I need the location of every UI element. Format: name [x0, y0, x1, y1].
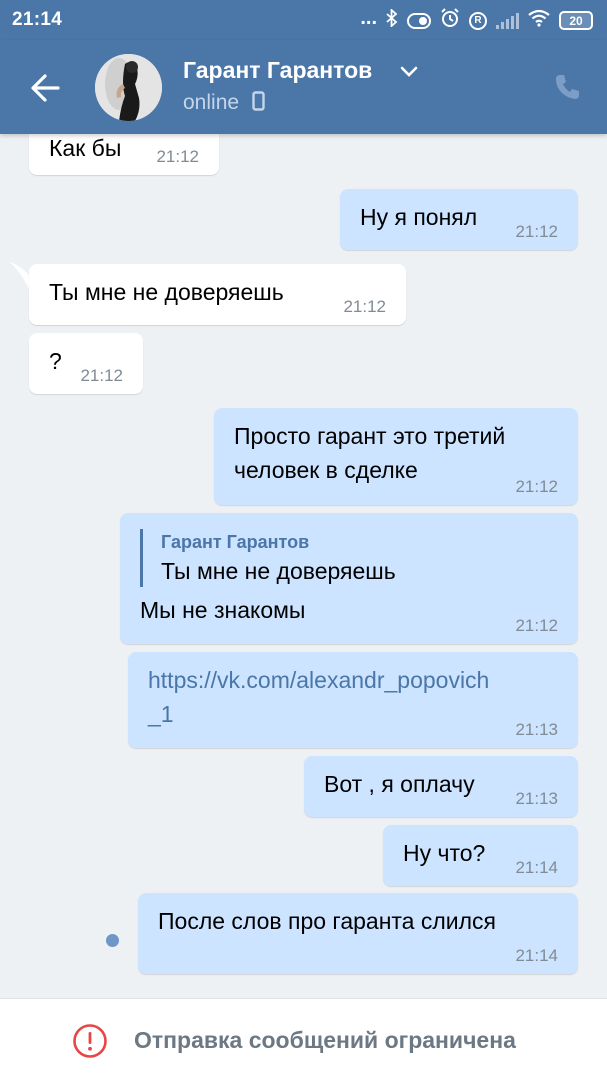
- chevron-down-icon[interactable]: [400, 65, 418, 83]
- message-time: 21:13: [515, 789, 558, 808]
- message-outgoing[interactable]: Ну что? 21:14: [383, 825, 578, 886]
- bluetooth-icon: [386, 7, 398, 32]
- message-text: Ну я понял: [360, 204, 478, 230]
- message-outgoing-reply[interactable]: Гарант Гарантов Ты мне не доверяешь Мы н…: [120, 513, 578, 644]
- message-outgoing[interactable]: Просто гарант это третий человек в сделк…: [214, 408, 578, 505]
- message-outgoing-link[interactable]: https://vk.com/alexandr_popovich _1 21:1…: [128, 652, 578, 748]
- message-time: 21:12: [80, 366, 123, 385]
- signal-icon: [496, 12, 519, 29]
- exclamation-circle-icon: [72, 1023, 108, 1064]
- restriction-message: Отправка сообщений ограничена: [134, 1027, 516, 1053]
- message-outgoing[interactable]: Вот , я оплачу 21:13: [304, 756, 578, 817]
- wifi-icon: [528, 9, 550, 32]
- status-bar: 21:14 ... R 20: [0, 0, 607, 40]
- contact-name[interactable]: Гарант Гарантов: [183, 57, 372, 84]
- message-time: 21:12: [515, 616, 558, 635]
- message-link-continued[interactable]: _1: [148, 697, 558, 731]
- message-time: 21:14: [515, 858, 558, 877]
- battery-icon: 20: [559, 11, 593, 30]
- message-text: Как бы: [49, 135, 122, 161]
- message-text: ?: [49, 348, 62, 374]
- message-text: После слов про гаранта слился: [158, 908, 496, 934]
- message-outgoing[interactable]: Ну я понял 21:12: [340, 189, 578, 250]
- unread-indicator: [106, 934, 119, 947]
- alarm-icon: [440, 8, 460, 33]
- message-time: 21:12: [515, 477, 558, 496]
- quoted-text: Ты мне не доверяешь: [161, 558, 396, 584]
- avatar[interactable]: [95, 54, 162, 121]
- message-time: 21:12: [515, 222, 558, 241]
- message-time: 21:12: [156, 147, 199, 166]
- message-text: Мы не знакомы: [140, 597, 306, 623]
- back-button[interactable]: [22, 67, 72, 109]
- registered-icon: R: [469, 11, 487, 30]
- status-time: 21:14: [12, 9, 63, 30]
- message-time: 21:14: [515, 946, 558, 965]
- restriction-bar: Отправка сообщений ограничена: [0, 998, 607, 1080]
- message-text: Ты мне не доверяешь: [49, 279, 284, 305]
- message-outgoing[interactable]: После слов про гаранта слился 21:14: [138, 893, 578, 974]
- mobile-device-icon: [252, 91, 265, 111]
- status-icons: ... R 20: [360, 8, 593, 33]
- message-incoming[interactable]: Ты мне не доверяешь 21:12: [29, 264, 406, 325]
- chat-header: Гарант Гарантов online: [0, 40, 607, 134]
- toggle-icon: [407, 12, 431, 29]
- message-time: 21:13: [515, 720, 558, 739]
- message-text-line: Просто гарант это третий: [234, 423, 506, 449]
- message-incoming[interactable]: ? 21:12: [29, 333, 143, 394]
- contact-status: online: [183, 91, 265, 115]
- message-text: Вот , я оплачу: [324, 771, 475, 797]
- message-text-line: человек в сделке: [234, 457, 418, 483]
- message-link[interactable]: https://vk.com/alexandr_popovich: [148, 663, 558, 697]
- quoted-author: Гарант Гарантов: [161, 532, 310, 552]
- message-text: Ну что?: [403, 840, 486, 866]
- message-time: 21:12: [343, 297, 386, 316]
- online-status-text: online: [183, 91, 240, 114]
- phone-icon[interactable]: [553, 72, 583, 107]
- more-dots-icon: ...: [360, 6, 377, 29]
- quoted-message[interactable]: Гарант Гарантов Ты мне не доверяешь: [140, 529, 558, 587]
- back-arrow-icon: [31, 74, 60, 102]
